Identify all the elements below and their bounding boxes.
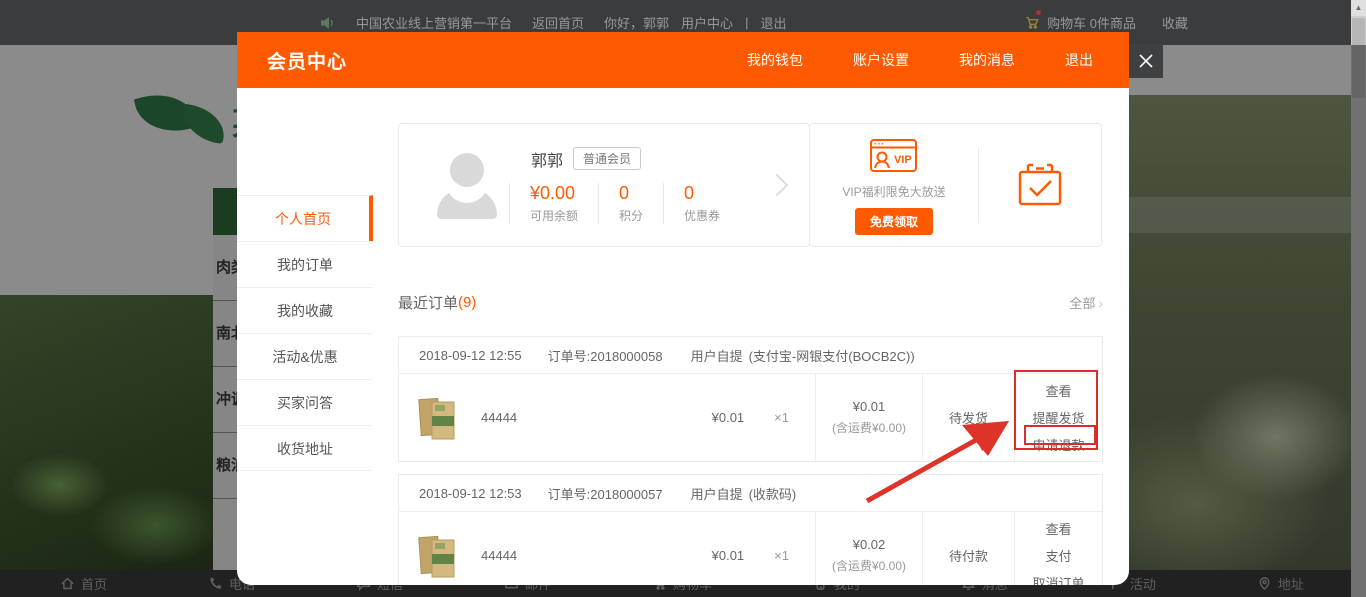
- vip-icon: VIP: [869, 136, 919, 176]
- stat-points[interactable]: 0 积分: [598, 183, 663, 224]
- product-thumbnail[interactable]: [415, 532, 463, 580]
- profile-card: 郭郭 普通会员 ¥0.00 可用余额 0 积分: [398, 123, 810, 247]
- sidebar-item-personal-home[interactable]: 个人首页: [237, 195, 373, 241]
- calendar-check-icon[interactable]: [1017, 163, 1063, 207]
- cancel-order-link[interactable]: 取消订单: [1032, 573, 1084, 585]
- order-datetime: 2018-09-12 12:53: [419, 486, 522, 501]
- stat-balance[interactable]: ¥0.00 可用余额: [509, 183, 598, 224]
- modal-nav: 我的钱包 账户设置 我的消息 退出: [747, 50, 1099, 70]
- request-refund-link[interactable]: 申请退款: [1032, 435, 1084, 454]
- order-payment-method: (收款码): [749, 484, 797, 503]
- order-payment-method: (支付宝-网银支付(BOCB2C)): [749, 346, 915, 365]
- modal-title: 会员中心: [267, 47, 347, 74]
- vip-caption: VIP福利限免大放送: [842, 183, 945, 200]
- points-label: 积分: [619, 207, 643, 224]
- member-center-modal: 会员中心 我的钱包 账户设置 我的消息 退出 个人首页 我的订单 我的收藏 活动…: [237, 32, 1129, 585]
- points-value: 0: [619, 183, 643, 204]
- sidebar-item-buyer-qa[interactable]: 买家问答: [237, 379, 373, 425]
- order-shipping-note: (含运费¥0.00): [832, 419, 906, 436]
- sidebar-item-my-orders[interactable]: 我的订单: [237, 241, 373, 287]
- topbar-divider: |: [745, 15, 748, 30]
- favorites-link[interactable]: 收藏: [1162, 13, 1188, 32]
- nav-my-wallet[interactable]: 我的钱包: [747, 50, 803, 70]
- order-number: 订单号:2018000057: [548, 484, 663, 503]
- speaker-icon: [320, 16, 336, 30]
- sidebar-item-shipping-address[interactable]: 收货地址: [237, 425, 373, 471]
- modal-header: 会员中心 我的钱包 账户设置 我的消息 退出: [237, 32, 1129, 88]
- stat-coupons[interactable]: 0 优惠券: [663, 183, 740, 224]
- user-center-link[interactable]: 用户中心: [681, 13, 733, 32]
- order-status: 待付款: [922, 512, 1014, 585]
- recent-orders-count: (9): [458, 294, 476, 311]
- close-icon: [1138, 53, 1154, 69]
- order-delivery-method: 用户自提: [691, 484, 743, 503]
- order-status: 待发货: [922, 374, 1014, 461]
- product-quantity: ×1: [774, 410, 789, 425]
- product-price: ¥0.01: [712, 410, 745, 425]
- logout-link[interactable]: 退出: [760, 13, 786, 32]
- order-row: 2018-09-12 12:55 订单号:2018000058 用户自提 (支付…: [398, 336, 1103, 462]
- product-name[interactable]: 44444: [481, 548, 517, 563]
- nav-my-messages[interactable]: 我的消息: [959, 50, 1015, 70]
- order-row: 2018-09-12 12:53 订单号:2018000057 用户自提 (收款…: [398, 474, 1103, 585]
- pay-order-link[interactable]: 支付: [1045, 546, 1071, 565]
- order-total: ¥0.02: [853, 537, 886, 552]
- cart-count-text: 购物车 0件商品: [1047, 13, 1136, 32]
- modal-sidebar: 个人首页 我的订单 我的收藏 活动&优惠 买家问答 收货地址: [237, 88, 373, 585]
- vip-card: VIP VIP福利限免大放送 免费领取: [809, 123, 1102, 247]
- cart-icon: [1024, 15, 1040, 30]
- order-shipping-note: (含运费¥0.00): [832, 557, 906, 574]
- all-orders-link[interactable]: 全部: [1069, 293, 1095, 312]
- site-title: 中国农业线上营销第一平台: [356, 13, 512, 32]
- recent-orders-title: 最近订单: [398, 292, 458, 313]
- order-number: 订单号:2018000058: [548, 346, 663, 365]
- avatar: [433, 151, 501, 219]
- balance-label: 可用余额: [530, 207, 578, 224]
- topbar-cart[interactable]: 购物车 0件商品: [1024, 13, 1136, 32]
- free-claim-button[interactable]: 免费领取: [855, 208, 933, 235]
- greeting-text: 你好，郭郭: [604, 13, 669, 32]
- order-datetime: 2018-09-12 12:55: [419, 348, 522, 363]
- member-level-badge: 普通会员: [573, 147, 641, 170]
- product-quantity: ×1: [774, 548, 789, 563]
- back-home-link[interactable]: 返回首页: [532, 13, 584, 32]
- close-modal-button[interactable]: [1129, 44, 1163, 78]
- svg-text:VIP: VIP: [894, 154, 912, 166]
- modal-content: 郭郭 普通会员 ¥0.00 可用余额 0 积分: [373, 88, 1129, 585]
- cart-badge-dot: [1036, 10, 1041, 15]
- remind-shipment-link[interactable]: 提醒发货: [1032, 408, 1084, 427]
- product-thumbnail[interactable]: [415, 394, 463, 442]
- chevron-right-icon: ›: [1098, 295, 1103, 311]
- sidebar-item-activities[interactable]: 活动&优惠: [237, 333, 373, 379]
- scrollbar-up-arrow[interactable]: ▲: [1351, 0, 1366, 16]
- balance-value: ¥0.00: [530, 183, 578, 204]
- order-delivery-method: 用户自提: [691, 346, 743, 365]
- chevron-right-icon[interactable]: [766, 174, 789, 197]
- view-order-link[interactable]: 查看: [1045, 519, 1071, 538]
- order-total: ¥0.01: [853, 399, 886, 414]
- product-name[interactable]: 44444: [481, 410, 517, 425]
- sidebar-item-my-favorites[interactable]: 我的收藏: [237, 287, 373, 333]
- coupons-label: 优惠券: [684, 207, 720, 224]
- coupons-value: 0: [684, 183, 720, 204]
- nav-account-settings[interactable]: 账户设置: [853, 50, 909, 70]
- product-price: ¥0.01: [712, 548, 745, 563]
- nav-logout[interactable]: 退出: [1065, 50, 1093, 70]
- user-name: 郭郭: [531, 147, 563, 171]
- modal-body: 个人首页 我的订单 我的收藏 活动&优惠 买家问答 收货地址 郭郭 普通会员: [237, 88, 1129, 585]
- view-order-link[interactable]: 查看: [1045, 381, 1071, 400]
